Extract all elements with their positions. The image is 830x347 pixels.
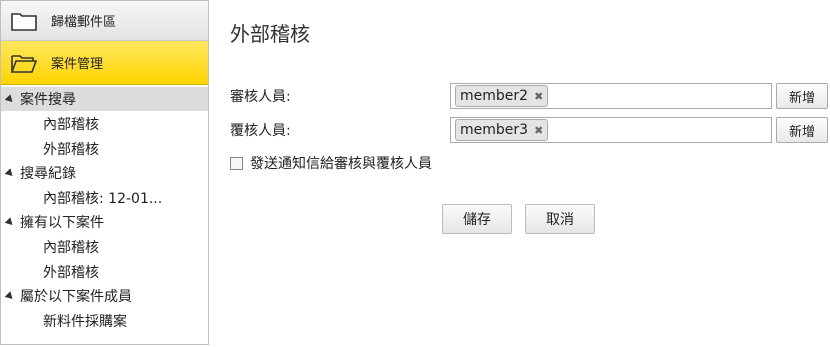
sidebar: 歸檔郵件區 案件管理 案件搜尋 內部稽核 外部稽核 搜尋紀錄 內部稽核: 12-…: [0, 0, 209, 345]
collapse-triangle-icon[interactable]: [4, 216, 16, 228]
tree-group-case-search[interactable]: 案件搜尋: [1, 87, 208, 111]
nav-case-management[interactable]: 案件管理: [1, 41, 208, 85]
remove-icon[interactable]: ✖: [534, 90, 543, 103]
notify-row: 發送通知信給審核與覆核人員: [230, 153, 432, 173]
reviewer-label: 審核人員:: [230, 89, 291, 105]
remove-icon[interactable]: ✖: [534, 124, 543, 137]
tree-item-internal-audit[interactable]: 內部稽核: [1, 111, 208, 136]
collapse-triangle-icon[interactable]: [4, 93, 16, 105]
add-rechecker-button[interactable]: 新增: [776, 117, 828, 143]
tree-item-external-audit[interactable]: 外部稽核: [1, 259, 208, 284]
nav-archive-label: 歸檔郵件區: [51, 15, 117, 30]
chip-label: member3: [460, 122, 529, 138]
cancel-button[interactable]: 取消: [525, 204, 595, 234]
nav-case-label: 案件管理: [51, 57, 104, 72]
chip-label: member2: [460, 88, 529, 104]
rechecker-label: 覆核人員:: [230, 123, 291, 139]
tree-item-internal-audit[interactable]: 內部稽核: [1, 234, 208, 259]
save-button[interactable]: 儲存: [442, 204, 512, 234]
tree-group-label: 案件搜尋: [20, 92, 76, 108]
reviewer-chip: member2 ✖: [455, 85, 549, 107]
tree-item-procurement-case[interactable]: 新料件採購案: [1, 308, 208, 333]
notify-label: 發送通知信給審核與覆核人員: [250, 156, 432, 172]
notify-checkbox[interactable]: [230, 156, 243, 170]
add-reviewer-button[interactable]: 新增: [776, 83, 828, 109]
tree-item-external-audit[interactable]: 外部稽核: [1, 136, 208, 161]
folder-open-icon: [11, 54, 37, 73]
rechecker-row: 覆核人員: member3 ✖ 新增: [230, 117, 830, 143]
collapse-triangle-icon[interactable]: [4, 290, 16, 302]
tree-group-label: 屬於以下案件成員: [20, 289, 132, 305]
tree-group-search-history[interactable]: 搜尋紀錄: [1, 161, 208, 185]
nav-archive[interactable]: 歸檔郵件區: [1, 1, 208, 41]
rechecker-field[interactable]: member3 ✖: [450, 117, 772, 143]
folder-icon: [11, 12, 37, 31]
tree-group-label: 擁有以下案件: [20, 215, 104, 231]
page-title: 外部稽核: [230, 22, 310, 46]
tree-group-member-cases[interactable]: 屬於以下案件成員: [1, 284, 208, 308]
collapse-triangle-icon[interactable]: [4, 167, 16, 179]
case-tree: 案件搜尋 內部稽核 外部稽核 搜尋紀錄 內部稽核: 12-01... 擁有以下案…: [1, 85, 208, 333]
reviewer-field[interactable]: member2 ✖: [450, 83, 772, 109]
tree-group-label: 搜尋紀錄: [20, 166, 76, 182]
rechecker-chip: member3 ✖: [455, 119, 549, 141]
reviewer-row: 審核人員: member2 ✖ 新增: [230, 83, 830, 109]
tree-group-owned-cases[interactable]: 擁有以下案件: [1, 210, 208, 234]
tree-item-search-record[interactable]: 內部稽核: 12-01...: [1, 185, 208, 210]
